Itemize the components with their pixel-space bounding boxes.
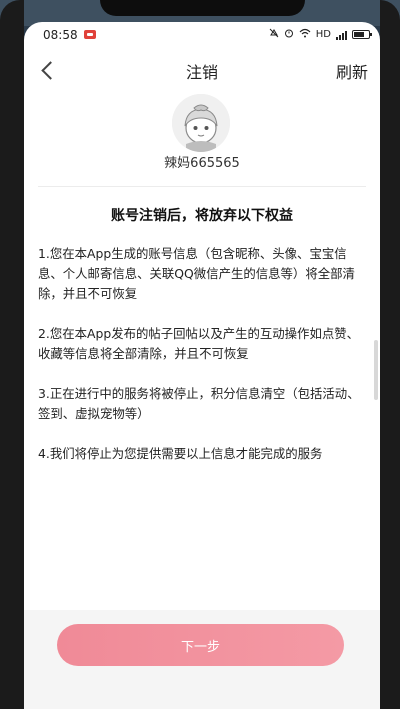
divider [38, 186, 366, 187]
terms-list: 1.您在本App生成的账号信息（包含昵称、头像、宝宝信息、个人邮寄信息、关联QQ… [38, 244, 368, 484]
section-title: 账号注销后，将放弃以下权益 [111, 208, 293, 224]
status-icons: HD [269, 28, 372, 41]
scrollbar[interactable] [374, 340, 378, 400]
term-item: 3.正在进行中的服务将被停止，积分信息清空（包括活动、签到、虚拟宠物等） [38, 386, 360, 421]
avatar-girl-icon [172, 94, 230, 152]
alarm-icon [284, 28, 294, 41]
device-bezel-right [380, 0, 400, 709]
nav-bar: 注销 刷新 [24, 50, 380, 90]
avatar [172, 94, 230, 152]
status-time: 08:58 [43, 28, 78, 42]
status-bar: 08:58 HD [24, 22, 380, 50]
term-item: 1.您在本App生成的账号信息（包含昵称、头像、宝宝信息、个人邮寄信息、关联QQ… [38, 246, 355, 301]
username: 辣妈665565 [164, 156, 240, 171]
network-type: HD [315, 29, 331, 40]
battery-icon [352, 30, 372, 39]
term-item: 2.您在本App发布的帖子回帖以及产生的互动操作如点赞、收藏等信息将全部清除，并… [38, 326, 360, 361]
screen: 08:58 HD 注销 刷新 辣妈665565 账号注销后，将放弃以下权益 1.… [24, 22, 380, 709]
mute-icon [269, 28, 279, 41]
device-bezel-left [0, 0, 24, 709]
term-item: 4.我们将停止为您提供需要以上信息才能完成的服务 [38, 446, 323, 461]
message-notification-icon [84, 30, 96, 39]
signal-icon [336, 30, 347, 40]
refresh-button[interactable]: 刷新 [336, 59, 368, 83]
page-title: 注销 [185, 63, 218, 82]
next-step-button[interactable]: 下一步 [57, 624, 344, 666]
device-notch [100, 0, 305, 16]
wifi-icon [299, 28, 311, 41]
